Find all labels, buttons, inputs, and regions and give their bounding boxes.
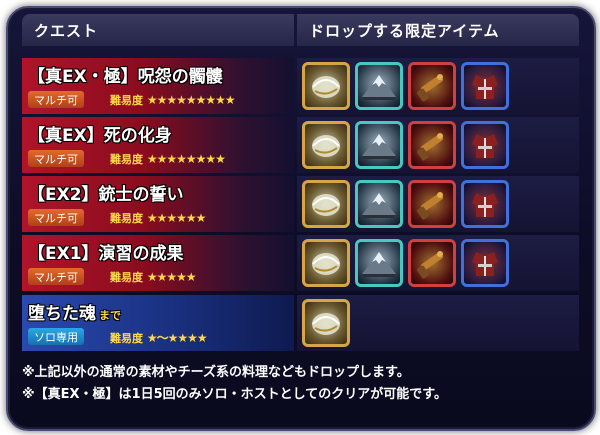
quest-cell: 【真EX・極】呪怨の髑髏 マルチ可 難易度 ★★★★★★★★★ bbox=[22, 58, 294, 114]
difficulty-stars: ★★★★★★★★★ bbox=[146, 93, 236, 107]
difficulty-label: 難易度 bbox=[110, 153, 143, 166]
blue-armor-icon[interactable] bbox=[461, 180, 509, 228]
quest-title-suffix: まで bbox=[99, 309, 121, 322]
drop-items bbox=[297, 176, 579, 232]
footer-notes: ※上記以外の通常の素材やチーズ系の料理などもドロップします。 ※【真EX・極】は… bbox=[22, 362, 447, 406]
play-mode-badge: ソロ専用 bbox=[28, 328, 84, 345]
red-weapon-icon[interactable] bbox=[408, 239, 456, 287]
mountain-icon[interactable] bbox=[355, 121, 403, 169]
footer-note: ※上記以外の通常の素材やチーズ系の料理などもドロップします。 bbox=[22, 365, 410, 380]
quest-title: 【真EX】死の化身 bbox=[28, 121, 175, 146]
quest-row[interactable]: 【真EX】死の化身 マルチ可 難易度 ★★★★★★★★ bbox=[22, 117, 579, 173]
red-weapon-icon[interactable] bbox=[408, 180, 456, 228]
play-mode-badge: マルチ可 bbox=[28, 150, 84, 167]
difficulty: 難易度 ★★★★★★★★ bbox=[110, 151, 226, 167]
difficulty: 難易度 ★★★★★ bbox=[110, 269, 197, 285]
quest-column-header: クエスト bbox=[22, 14, 294, 46]
play-mode-badge: マルチ可 bbox=[28, 209, 84, 226]
mountain-icon[interactable] bbox=[355, 180, 403, 228]
difficulty: 難易度 ★★★★★★ bbox=[110, 210, 207, 226]
difficulty-label: 難易度 bbox=[110, 332, 143, 345]
quest-cell: 【真EX】死の化身 マルチ可 難易度 ★★★★★★★★ bbox=[22, 117, 294, 173]
red-weapon-icon[interactable] bbox=[408, 121, 456, 169]
quest-row[interactable]: 【EX1】演習の成果 マルチ可 難易度 ★★★★★ bbox=[22, 235, 579, 291]
difficulty-label: 難易度 bbox=[110, 94, 143, 107]
quest-cell: 堕ちた魂 までソロ専用 難易度 ★～★★★★ bbox=[22, 295, 294, 351]
gold-orb-icon[interactable] bbox=[302, 121, 350, 169]
drop-items bbox=[297, 117, 579, 173]
quest-cell: 【EX1】演習の成果 マルチ可 難易度 ★★★★★ bbox=[22, 235, 294, 291]
drops-column-header: ドロップする限定アイテム bbox=[297, 14, 579, 46]
blue-armor-icon[interactable] bbox=[461, 121, 509, 169]
difficulty-stars: ★★★★★★ bbox=[146, 211, 207, 225]
quest-title-text: 堕ちた魂 bbox=[28, 304, 96, 324]
drop-items bbox=[297, 295, 579, 351]
quest-title: 【EX2】銃士の誓い bbox=[28, 180, 187, 205]
play-mode-badge: マルチ可 bbox=[28, 268, 84, 285]
difficulty: 難易度 ★★★★★★★★★ bbox=[110, 92, 236, 108]
quest-row[interactable]: 【真EX・極】呪怨の髑髏 マルチ可 難易度 ★★★★★★★★★ bbox=[22, 58, 579, 114]
difficulty-stars: ★★★★★★★★ bbox=[146, 152, 226, 166]
gold-orb-icon[interactable] bbox=[302, 299, 350, 347]
drop-items bbox=[297, 235, 579, 291]
difficulty-label: 難易度 bbox=[110, 271, 143, 284]
quest-cell: 【EX2】銃士の誓い マルチ可 難易度 ★★★★★★ bbox=[22, 176, 294, 232]
difficulty: 難易度 ★～★★★★ bbox=[110, 329, 208, 346]
difficulty-stars: ★～★★★★ bbox=[146, 331, 208, 345]
mountain-icon[interactable] bbox=[355, 62, 403, 110]
quest-row[interactable]: 堕ちた魂 までソロ専用 難易度 ★～★★★★ bbox=[22, 295, 579, 351]
quest-title: 【真EX・極】呪怨の髑髏 bbox=[28, 62, 226, 87]
play-mode-badge: マルチ可 bbox=[28, 91, 84, 108]
quest-title: 堕ちた魂 まで bbox=[28, 299, 121, 324]
quest-title-text: 【真EX・極】呪怨の髑髏 bbox=[28, 67, 223, 87]
quest-row[interactable]: 【EX2】銃士の誓い マルチ可 難易度 ★★★★★★ bbox=[22, 176, 579, 232]
red-weapon-icon[interactable] bbox=[408, 62, 456, 110]
gold-orb-icon[interactable] bbox=[302, 239, 350, 287]
gold-orb-icon[interactable] bbox=[302, 62, 350, 110]
quest-title: 【EX1】演習の成果 bbox=[28, 239, 187, 264]
difficulty-label: 難易度 bbox=[110, 212, 143, 225]
quest-title-text: 【EX2】銃士の誓い bbox=[28, 185, 184, 205]
mountain-icon[interactable] bbox=[355, 239, 403, 287]
quest-title-text: 【真EX】死の化身 bbox=[28, 126, 172, 146]
blue-armor-icon[interactable] bbox=[461, 239, 509, 287]
footer-note: ※【真EX・極】は1日5回のみソロ・ホストとしてのクリアが可能です。 bbox=[22, 387, 447, 402]
gold-orb-icon[interactable] bbox=[302, 180, 350, 228]
drop-items bbox=[297, 58, 579, 114]
difficulty-stars: ★★★★★ bbox=[146, 270, 197, 284]
quest-title-text: 【EX1】演習の成果 bbox=[28, 244, 184, 264]
blue-armor-icon[interactable] bbox=[461, 62, 509, 110]
